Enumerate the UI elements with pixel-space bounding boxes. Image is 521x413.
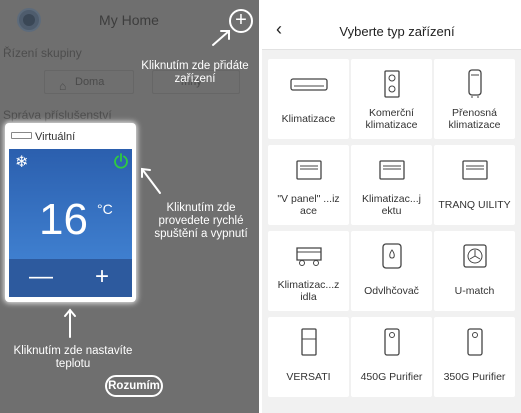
device-tile-tranquility[interactable]: TRANQ UILITY xyxy=(434,145,515,225)
device-tile-versati[interactable]: VERSATI xyxy=(268,317,349,397)
device-tile-portable-ac[interactable]: Přenosná klimatizace xyxy=(434,59,515,139)
device-tile-project-ac[interactable]: Klimatizac...j ektu xyxy=(351,145,432,225)
project-ac-icon xyxy=(378,160,405,180)
page-title: Vyberte typ zařízení xyxy=(339,24,455,39)
tile-label: Klimatizac...j ektu xyxy=(362,193,421,217)
tile-label: U-match xyxy=(454,285,495,297)
status-bar xyxy=(262,0,521,10)
tile-label: 350G Purifier xyxy=(443,371,506,383)
device-tile-350g-purifier[interactable]: 350G Purifier xyxy=(434,317,515,397)
tile-label: Klimatizace xyxy=(281,113,336,125)
device-tile-split-ac[interactable]: Klimatizace xyxy=(268,59,349,139)
commercial-ac-icon xyxy=(383,70,400,98)
guide-arrows xyxy=(64,30,230,338)
device-tile-450g-purifier[interactable]: 450G Purifier xyxy=(351,317,432,397)
arrow-to-power xyxy=(141,168,161,194)
tranquility-icon xyxy=(461,160,488,180)
tile-label: TRANQ UILITY xyxy=(438,199,511,211)
device-tile-u-match[interactable]: U-match xyxy=(434,231,515,311)
device-tile-panel-ac[interactable]: "V panel" ...iz ace xyxy=(268,145,349,225)
device-tile-dehumidifier[interactable]: Odvlhčovač xyxy=(351,231,432,311)
purifier-icon xyxy=(466,328,483,356)
purifier-icon xyxy=(383,328,400,356)
tile-label: 450G Purifier xyxy=(360,371,423,383)
arrow-to-add-button xyxy=(212,30,230,46)
panel-ac-icon xyxy=(295,160,322,180)
dehumidifier-icon xyxy=(381,243,402,269)
tile-label: Přenosná klimatizace xyxy=(448,107,501,131)
back-button[interactable]: ‹ xyxy=(276,19,282,40)
split-ac-icon xyxy=(289,78,328,91)
guide-overlay-screen: My Home + Řízení skupiny ⌂ Doma mny Sprá… xyxy=(0,0,259,413)
portable-ac-icon xyxy=(467,69,482,98)
tile-label: Komerční klimatizace xyxy=(365,107,418,131)
device-tile-vehicle-ac[interactable]: Klimatizac...z idla xyxy=(268,231,349,311)
u-match-icon xyxy=(462,244,487,268)
device-type-screen: ‹ Vyberte typ zařízení Klimatizace Komer… xyxy=(262,0,521,413)
vehicle-ac-icon xyxy=(295,247,322,266)
header: ‹ Vyberte typ zařízení xyxy=(262,10,521,50)
tile-label: "V panel" ...iz ace xyxy=(277,193,340,217)
tile-label: Odvlhčovač xyxy=(364,285,419,297)
tile-label: VERSATI xyxy=(286,371,331,383)
tile-label: Klimatizac...z idla xyxy=(277,279,340,303)
device-tile-commercial-ac[interactable]: Komerční klimatizace xyxy=(351,59,432,139)
versati-icon xyxy=(300,328,317,356)
